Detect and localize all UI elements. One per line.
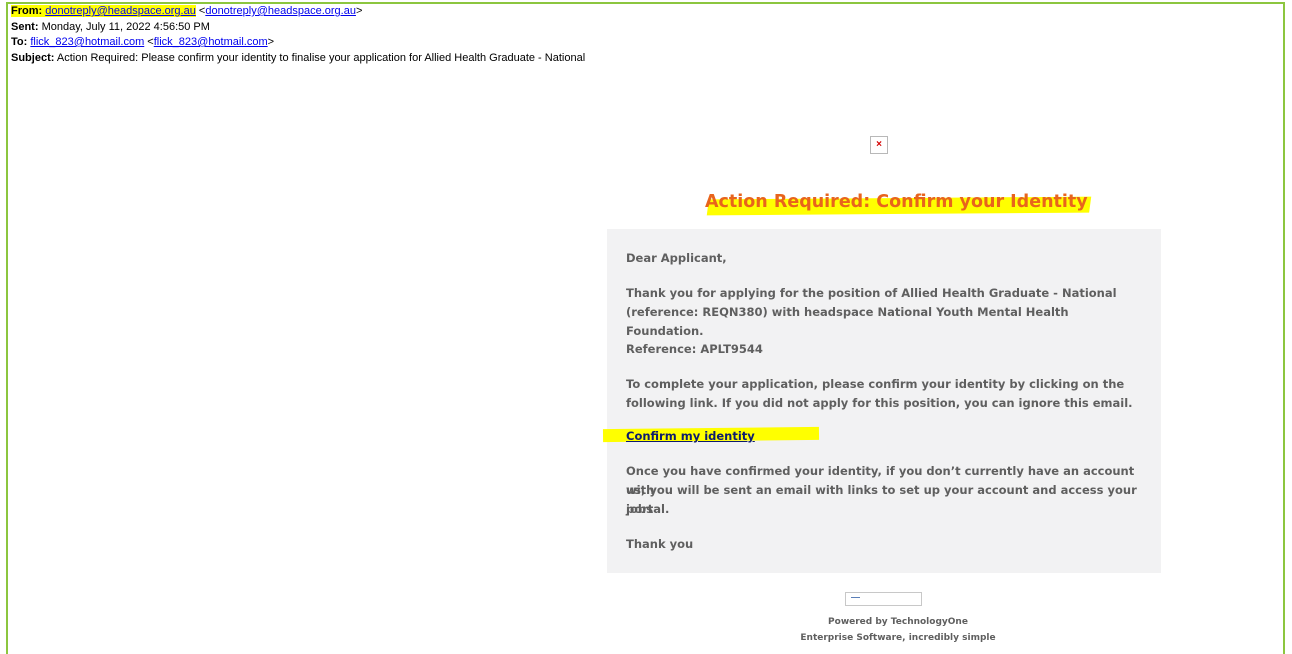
sent-label: Sent: <box>11 20 39 33</box>
from-address-link[interactable]: donotreply@headspace.org.au <box>45 5 196 17</box>
technologyone-logo-image <box>845 592 922 606</box>
to-address-link[interactable]: flick_823@hotmail.com <box>30 36 144 48</box>
red-x-icon: × <box>876 139 882 150</box>
to-label: To: <box>11 36 28 48</box>
to-row: To: flick_823@hotmail.com <flick_823@hot… <box>11 36 275 48</box>
paragraph-1-line-1: Thank you for applying for the position … <box>626 286 1117 300</box>
message-card: Dear Applicant, Thank you for applying f… <box>607 229 1161 573</box>
greeting: Dear Applicant, <box>626 251 727 265</box>
footer: Powered by TechnologyOne Enterprise Soft… <box>708 614 1088 646</box>
email-headers: From: donotreply@headspace.org.au <donot… <box>11 4 585 66</box>
to-bracket-address-link[interactable]: flick_823@hotmail.com <box>154 36 268 48</box>
broken-image-icon: × <box>870 136 888 154</box>
logo-mark-icon <box>851 597 860 598</box>
from-bracket-address-link[interactable]: donotreply@headspace.org.au <box>205 5 356 17</box>
from-row: From: donotreply@headspace.org.au <donot… <box>11 5 363 17</box>
powered-by-text: Powered by TechnologyOne <box>828 617 968 627</box>
sent-row: Sent: Monday, July 11, 2022 4:56:50 PM <box>11 20 585 36</box>
email-title: Action Required: Confirm your Identity <box>705 192 1088 212</box>
from-label: From: <box>11 5 43 17</box>
from-highlight: From: donotreply@headspace.org.au <box>11 5 196 17</box>
reference-text: Reference: APLT9544 <box>626 342 763 356</box>
subject-label: Subject: <box>11 51 55 64</box>
subject-row: Subject: Action Required: Please confirm… <box>11 51 585 67</box>
paragraph-3-line-3: portal. <box>626 502 670 516</box>
paragraph-2-line-2: following link. If you did not apply for… <box>626 396 1133 410</box>
sent-value: Monday, July 11, 2022 4:56:50 PM <box>41 20 210 33</box>
paragraph-2-line-1: To complete your application, please con… <box>626 377 1125 391</box>
paragraph-1-line-2: (reference: REQN380) with headspace Nati… <box>626 305 1069 338</box>
closing-text: Thank you <box>626 537 694 551</box>
confirm-identity-link[interactable]: Confirm my identity <box>626 429 755 443</box>
subject-value: Action Required: Please confirm your ide… <box>56 51 586 64</box>
tagline-text: Enterprise Software, incredibly simple <box>800 633 996 643</box>
